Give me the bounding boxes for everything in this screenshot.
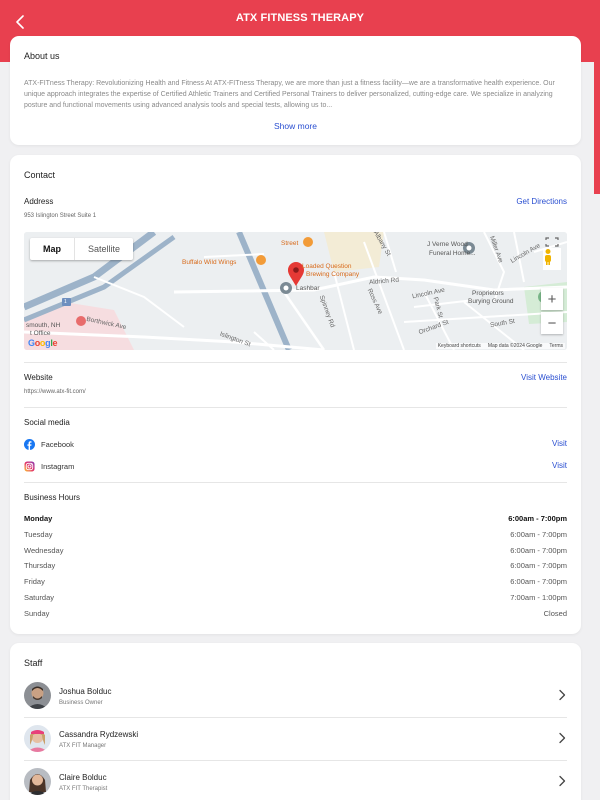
map-tab[interactable]: Map [30, 238, 74, 260]
facebook-label: Facebook [41, 440, 74, 449]
staff-name: Cassandra Rydzewski [59, 730, 139, 739]
zoom-in-button[interactable]: + [541, 288, 563, 310]
staff-name: Joshua Bolduc [59, 687, 112, 696]
right-edge-strip [594, 34, 600, 194]
location-map[interactable]: Street Buffalo Wild Wings Loaded Questio… [24, 232, 567, 350]
hours-day-wednesday: Wednesday [24, 546, 64, 555]
about-heading: About us [24, 51, 60, 61]
staff-role: ATX FIT Manager [59, 743, 107, 749]
map-label-brewing-company: Brewing Company [306, 271, 360, 278]
social-media-label: Social media [24, 418, 70, 427]
map-label-post-office: t Office [30, 330, 51, 337]
google-logo: Google [28, 338, 58, 348]
staff-card: Staff Joshua Bolduc Business Owner Cassa… [10, 643, 581, 800]
hours-time-saturday: 7:00am - 1:00pm [510, 593, 567, 602]
page-title: ATX FITNESS THERAPY [235, 12, 365, 24]
map-label-street: Street [281, 240, 299, 247]
address-value: 953 Islington Street Suite 1 [24, 213, 97, 219]
chevron-right-icon [559, 689, 566, 701]
visit-website-link[interactable]: Visit Website [521, 373, 567, 382]
map-label-route-shield: 1 [64, 299, 67, 305]
divider [24, 362, 567, 363]
business-hours-label: Business Hours [24, 493, 81, 502]
hours-time-friday: 6:00am - 7:00pm [510, 577, 567, 586]
map-label-portsmouth: smouth, NH [26, 322, 61, 329]
map-label-buffalo-wild-wings: Buffalo Wild Wings [182, 259, 237, 266]
map-label-lashbar: Lashbar [296, 285, 320, 292]
hours-time-monday: 6:00am - 7:00pm [508, 514, 567, 523]
hours-time-thursday: 6:00am - 7:00pm [510, 561, 567, 570]
staff-row-cassandra-rydzewski[interactable]: Cassandra Rydzewski ATX FIT Manager [10, 718, 581, 760]
divider [24, 482, 567, 483]
instagram-label: Instagram [41, 462, 75, 471]
map-label-proprietors: Proprietors [472, 290, 504, 297]
address-label: Address [24, 197, 54, 206]
staff-heading: Staff [24, 658, 43, 668]
contact-heading: Contact [24, 170, 56, 180]
street-view-pegman-icon[interactable] [543, 248, 561, 270]
hours-day-tuesday: Tuesday [24, 530, 53, 539]
get-directions-link[interactable]: Get Directions [516, 197, 567, 206]
website-url: https://www.atx-fit.com/ [24, 389, 86, 395]
website-label: Website [24, 373, 53, 382]
staff-name: Claire Bolduc [59, 773, 107, 782]
map-label-loaded-question: Loaded Question [302, 263, 352, 270]
avatar [24, 725, 51, 752]
hours-day-sunday: Sunday [24, 609, 50, 618]
map-attribution: Keyboard shortcuts Map data ©2024 Google… [435, 343, 565, 349]
avatar [24, 682, 51, 709]
map-data-text: Map data ©2024 Google [487, 343, 543, 349]
about-card: About us ATX-FITness Therapy: Revolution… [10, 36, 581, 145]
map-label-funeral-home: Funeral Home... [429, 250, 476, 257]
terms-link[interactable]: Terms [549, 343, 563, 349]
about-text: ATX-FITness Therapy: Revolutionizing Hea… [24, 80, 555, 109]
map-label-burying-ground: Burying Ground [468, 298, 514, 305]
staff-role: ATX FIT Therapist [59, 786, 108, 792]
hours-day-friday: Friday [24, 577, 45, 586]
satellite-tab[interactable]: Satellite [74, 238, 133, 260]
map-type-toggle: Map Satellite [30, 238, 134, 260]
instagram-icon [24, 461, 35, 472]
avatar [24, 768, 51, 795]
facebook-visit-link[interactable]: Visit [552, 439, 567, 448]
hours-day-thursday: Thursday [24, 561, 56, 570]
zoom-out-button[interactable]: − [541, 312, 563, 334]
keyboard-shortcuts-link[interactable]: Keyboard shortcuts [438, 343, 481, 349]
chevron-right-icon [559, 732, 566, 744]
hours-day-saturday: Saturday [24, 593, 55, 602]
chevron-right-icon [559, 775, 566, 787]
staff-row-claire-bolduc[interactable]: Claire Bolduc ATX FIT Therapist [10, 761, 581, 800]
hours-time-sunday: Closed [543, 609, 567, 618]
staff-row-joshua-bolduc[interactable]: Joshua Bolduc Business Owner [10, 675, 581, 717]
hours-time-tuesday: 6:00am - 7:00pm [510, 530, 567, 539]
contact-card: Contact Address 953 Islington Street Sui… [10, 155, 581, 634]
hours-day-monday: Monday [24, 514, 53, 523]
map-label-j-verne-wood: J Verne Wood [427, 241, 468, 248]
staff-role: Business Owner [59, 700, 103, 706]
divider [24, 407, 567, 408]
facebook-icon [24, 439, 35, 450]
hours-time-wednesday: 6:00am - 7:00pm [510, 546, 567, 555]
instagram-visit-link[interactable]: Visit [552, 461, 567, 470]
show-more-button[interactable]: Show more [10, 121, 581, 131]
